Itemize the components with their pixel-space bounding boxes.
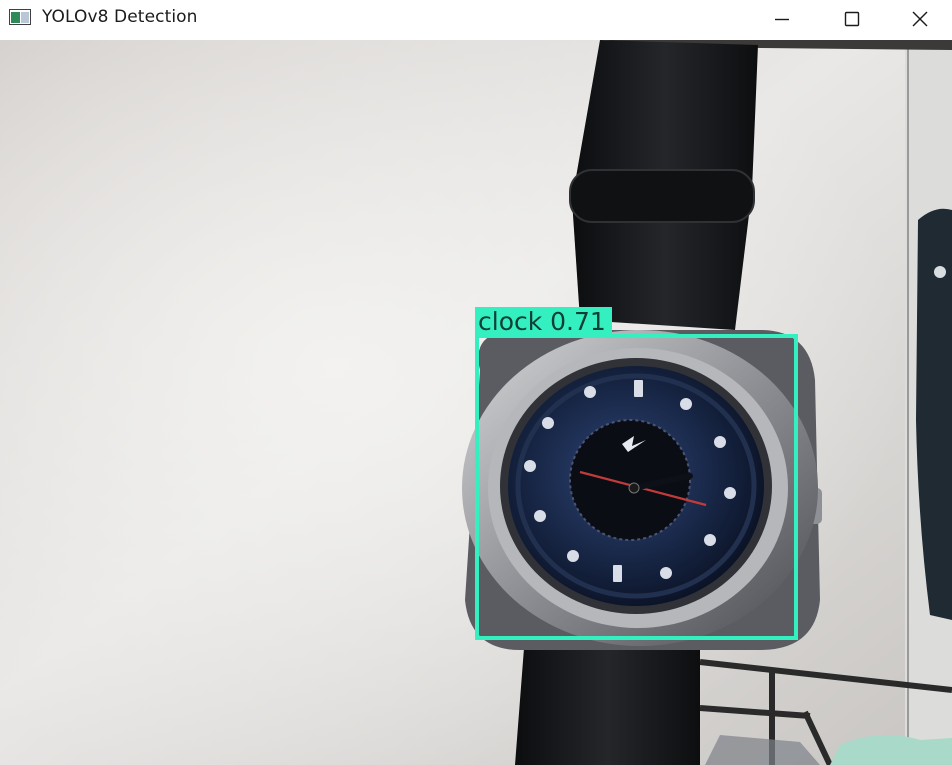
app-window-icon	[9, 9, 31, 25]
detection-label: clock 0.71	[475, 307, 612, 336]
maximize-button[interactable]	[818, 0, 886, 38]
close-button[interactable]	[886, 0, 952, 38]
window-titlebar: YOLOv8 Detection	[0, 0, 952, 40]
maximize-icon	[844, 11, 860, 27]
window-title: YOLOv8 Detection	[42, 7, 198, 27]
detection-bounding-box	[475, 334, 798, 640]
minimize-icon	[775, 18, 789, 21]
camera-frame: clock 0.71	[0, 40, 952, 765]
close-icon	[912, 11, 928, 27]
minimize-button[interactable]	[748, 0, 816, 38]
